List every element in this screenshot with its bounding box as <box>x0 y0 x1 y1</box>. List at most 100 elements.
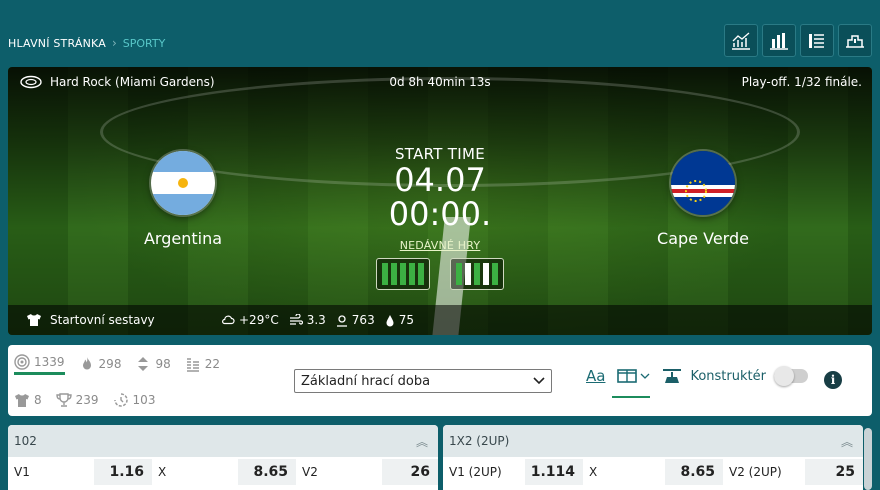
konstruktor-button[interactable]: Konstruktér <box>662 366 808 386</box>
market-filter-panel: 1339 298 98 22 8 239 103 Základní hrací … <box>8 345 872 416</box>
odds-label: V1 (2UP) <box>449 465 502 479</box>
layout-toggle-button[interactable] <box>617 369 650 383</box>
font-size-button[interactable]: Aa <box>586 367 605 385</box>
market-title: 1X2 (2UP) <box>449 434 510 448</box>
view-buttons <box>724 24 872 57</box>
bar-chart-button[interactable] <box>762 24 796 57</box>
stats-chart-button[interactable] <box>724 24 758 57</box>
updown-icon <box>138 357 149 371</box>
odds-button[interactable]: 25 <box>805 459 863 485</box>
stat-handicaps[interactable]: 22 <box>185 356 220 372</box>
market-card: 102 ︽ V1 1.16 X 8.65 V2 26 <box>8 425 438 490</box>
form-result-win <box>418 263 424 285</box>
stat-all[interactable]: 1339 <box>14 353 65 375</box>
collapse-chevron-icon[interactable]: ︽ <box>841 433 853 450</box>
away-form-indicator[interactable] <box>450 258 504 290</box>
stat-specials-count: 239 <box>75 393 99 407</box>
market-header[interactable]: 102 ︽ <box>8 425 438 457</box>
constructor-icon <box>663 369 682 383</box>
lineup-button[interactable] <box>838 24 872 57</box>
stat-specials[interactable]: 239 <box>55 392 99 408</box>
scrollbar[interactable] <box>864 428 872 490</box>
chevron-down-icon <box>640 373 650 379</box>
odds-button[interactable]: 26 <box>382 459 438 485</box>
form-result-draw <box>465 263 471 285</box>
odds-button[interactable]: 1.114 <box>525 459 583 485</box>
location-icon <box>336 314 347 327</box>
form-result-win <box>492 263 498 285</box>
stat-players-count: 8 <box>34 393 42 407</box>
trophy-icon <box>55 393 72 407</box>
recent-games-link[interactable]: NEDÁVNÉ HRY <box>340 239 540 252</box>
breadcrumb-home[interactable]: HLAVNÍ STRÁNKA <box>8 37 106 50</box>
list-view-icon <box>809 33 824 48</box>
away-team[interactable]: Cape Verde <box>613 151 793 248</box>
bar-chart-icon <box>770 32 788 50</box>
form-result-win <box>456 263 462 285</box>
lineups-link[interactable]: Startovní sestavy <box>26 313 155 327</box>
odds-row: V1 1.16 X 8.65 V2 26 <box>8 457 438 485</box>
info-icon[interactable]: i <box>824 371 842 389</box>
timer-icon <box>113 393 128 407</box>
form-result-draw <box>483 263 489 285</box>
stat-time[interactable]: 103 <box>113 392 155 408</box>
odds-label: V1 <box>14 465 30 479</box>
target-icon <box>14 353 30 370</box>
start-time: 04.07 00:00. <box>388 161 492 233</box>
stats-row-2: 8 239 103 <box>14 387 274 413</box>
match-info-bar: Hard Rock (Miami Gardens) 0d 8h 40min 13… <box>8 67 872 97</box>
odds-button[interactable]: 8.65 <box>665 459 723 485</box>
list-view-button[interactable] <box>800 24 834 57</box>
humidity-item: 75 <box>385 313 414 327</box>
view-tools: Aa Konstruktér <box>586 366 808 386</box>
odds-label: X <box>158 465 167 479</box>
odds-label: V2 (2UP) <box>729 465 782 479</box>
breadcrumb-separator: › <box>111 36 117 50</box>
pressure-value: 763 <box>351 313 375 327</box>
pressure-item: 763 <box>336 313 375 327</box>
stat-players[interactable]: 8 <box>14 392 42 408</box>
humidity-value: 75 <box>398 313 414 327</box>
market-group-stats: 1339 298 98 22 8 239 103 <box>14 351 274 413</box>
breadcrumb: HLAVNÍ STRÁNKA › SPORTY <box>8 36 165 50</box>
market-card: 1X2 (2UP) ︽ V1 (2UP) 1.114 X 8.65 V2 (2U… <box>443 425 863 490</box>
collapse-chevron-icon[interactable]: ︽ <box>416 433 428 450</box>
stat-all-count: 1339 <box>34 354 65 369</box>
home-form-indicator[interactable] <box>376 258 430 290</box>
odds-button[interactable]: 1.16 <box>94 459 152 485</box>
fire-icon <box>82 357 91 370</box>
away-team-name: Cape Verde <box>657 229 749 248</box>
temperature-item: +29°C <box>221 313 279 327</box>
home-team-name: Argentina <box>143 229 223 248</box>
bars-icon <box>186 358 199 372</box>
font-size-label: Aa <box>586 367 606 385</box>
odds-label: V2 <box>302 465 318 479</box>
breadcrumb-current[interactable]: SPORTY <box>123 37 166 50</box>
konstruktor-label: Konstruktér <box>690 368 766 384</box>
konstruktor-toggle[interactable] <box>773 366 808 386</box>
cape-verde-flag-icon <box>671 151 735 215</box>
lineups-label: Startovní sestavy <box>50 313 155 327</box>
shirt-icon <box>27 314 41 326</box>
home-team[interactable]: Argentina <box>93 151 273 248</box>
top-bar: HLAVNÍ STRÁNKA › SPORTY <box>0 0 880 64</box>
form-result-win <box>400 263 406 285</box>
active-tool-underline <box>612 396 650 398</box>
argentina-flag-icon <box>151 151 215 215</box>
match-hero: Hard Rock (Miami Gardens) 0d 8h 40min 13… <box>8 67 872 335</box>
stat-totals[interactable]: 98 <box>135 356 171 372</box>
hero-footer: Startovní sestavy +29°C 3.3 763 75 <box>8 305 872 335</box>
stat-popular-count: 298 <box>98 357 122 371</box>
wind-item: 3.3 <box>289 313 326 327</box>
stat-popular[interactable]: 298 <box>79 356 122 372</box>
columns-icon <box>617 369 638 383</box>
odds-button[interactable]: 8.65 <box>238 459 296 485</box>
market-header[interactable]: 1X2 (2UP) ︽ <box>443 425 863 457</box>
form-result-win <box>382 263 388 285</box>
temperature-value: +29°C <box>239 313 279 327</box>
form-result-win <box>474 263 480 285</box>
market-title: 102 <box>14 434 37 448</box>
stats-chart-icon <box>732 32 750 50</box>
period-select[interactable]: Základní hrací doba <box>294 369 552 393</box>
form-result-win <box>409 263 415 285</box>
